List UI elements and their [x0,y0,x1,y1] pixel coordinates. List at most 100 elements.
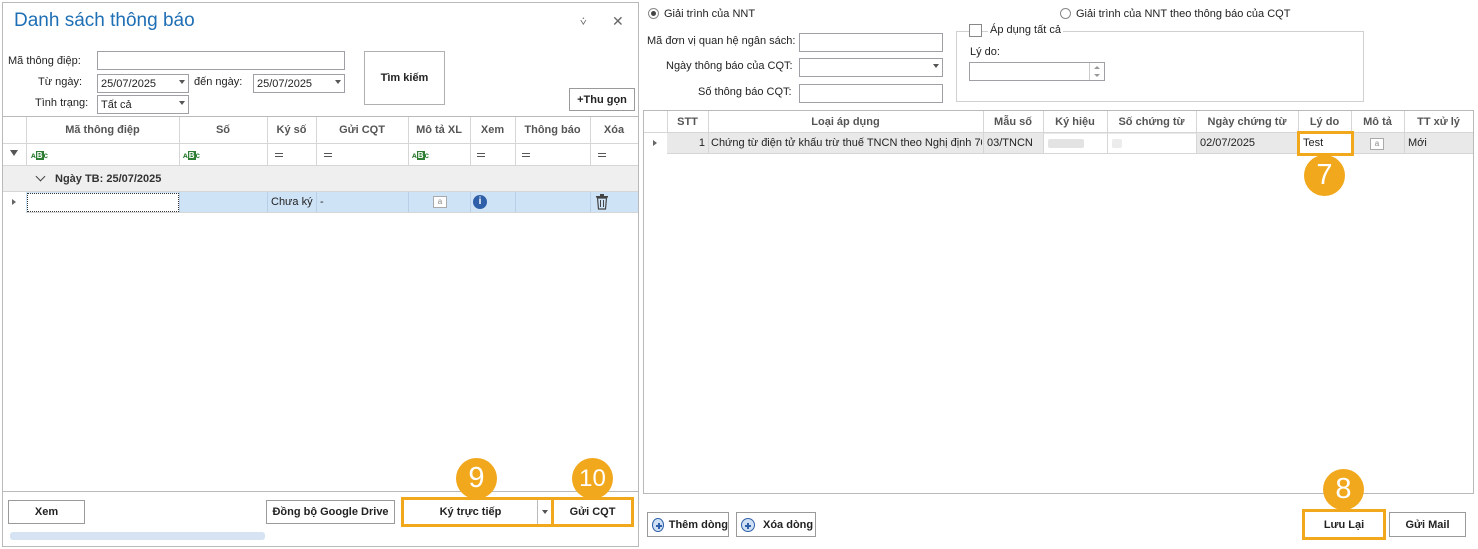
ly-do-cell[interactable]: Test [1297,131,1354,156]
ngay-chung-tu-cell: 02/07/2025 [1200,137,1256,149]
left-grid: Mã thông điệp Số Ký số Gửi CQT Mô tả XL … [3,116,638,492]
equals-filter-icon[interactable] [477,153,485,157]
xem-button[interactable]: Xem [8,500,85,524]
equals-filter-icon[interactable] [598,153,606,157]
send-mail-button[interactable]: Gửi Mail [1389,512,1466,537]
tinh-trang-select[interactable]: Tất cả [97,95,189,114]
chevron-down-icon [933,64,939,68]
sync-google-drive-button[interactable]: Đồng bộ Google Drive [266,500,395,524]
filter-funnel-icon[interactable] [10,150,18,156]
tu-ngay-picker[interactable]: 25/07/2025 [97,74,189,93]
apply-all-checkbox[interactable] [969,24,982,37]
den-ngay-value: 25/07/2025 [257,78,313,90]
col-so[interactable]: Số [179,124,267,136]
chevron-down-icon [179,80,185,84]
close-icon[interactable]: ✕ [612,13,624,30]
radio-giai-trinh-cqt[interactable] [1060,8,1071,19]
blurred-link [10,532,265,540]
tu-ngay-value: 25/07/2025 [101,78,157,90]
add-circle-icon [652,517,664,532]
step-badge-7: 7 [1304,155,1345,196]
text-filter-icon[interactable]: ᴀBc [412,151,429,160]
so-chung-tu-cell[interactable] [1108,134,1196,153]
ly-do-spinner[interactable] [1089,63,1104,80]
ma-don-vi-input[interactable] [799,33,943,52]
equals-filter-icon[interactable] [324,153,332,157]
col-tt-xu-ly[interactable]: TT xử lý [1404,116,1473,128]
chevron-down-icon[interactable] [35,171,46,182]
ly-do-input[interactable] [969,62,1105,81]
gui-cqt-cell: - [320,196,324,208]
col-thong-bao[interactable]: Thông báo [515,124,590,136]
col-ky-hieu[interactable]: Ký hiệu [1043,116,1107,128]
col-mo-ta[interactable]: Mô tả [1351,116,1404,128]
tt-xu-ly-cell: Mới [1408,137,1427,149]
step-badge-10: 10 [572,458,613,499]
so-thong-bao-input[interactable] [799,84,943,103]
delete-row-button[interactable]: Xóa dòng [736,512,816,537]
col-so-chung-tu[interactable]: Số chứng từ [1107,116,1196,128]
spin-down-icon[interactable] [1094,74,1100,77]
ly-do-value: Test [1303,137,1324,149]
send-cqt-button[interactable]: Gửi CQT [551,497,634,527]
table-row[interactable]: 1 Chứng từ điện tử khấu trừ thuế TNCN th… [644,131,1473,156]
col-ngay-chung-tu[interactable]: Ngày chứng từ [1196,116,1298,128]
ma-thong-diep-cell[interactable] [27,193,179,212]
blurred-value [1048,139,1084,148]
table-row[interactable]: Chưa ký - a i [3,192,638,213]
ngay-thong-bao-picker[interactable] [799,58,943,77]
add-row-label: Thêm dòng [668,518,728,531]
radio-giai-trinh-nnt[interactable] [648,8,659,19]
ma-don-vi-label: Mã đơn vị quan hệ ngân sách: [647,35,796,47]
col-xem[interactable]: Xem [470,124,515,136]
delete-row-label: Xóa dòng [763,518,814,531]
left-grid-header: Mã thông điệp Số Ký số Gửi CQT Mô tả XL … [3,117,638,144]
add-row-button[interactable]: Thêm dòng [647,512,729,537]
ly-do-label: Lý do: [970,46,1000,58]
blurred-value [1112,139,1122,148]
col-ly-do[interactable]: Lý do [1298,116,1351,128]
text-filter-icon[interactable]: ᴀBc [31,151,48,160]
tu-ngay-label: Từ ngày: [38,76,83,88]
spin-up-icon[interactable] [1094,66,1100,69]
step-badge-8: 8 [1323,469,1364,510]
tinh-trang-value: Tất cả [101,99,132,111]
pin-icon[interactable]: ⩒ [580,16,587,29]
col-mo-ta-xl[interactable]: Mô tả XL [408,124,470,136]
memo-icon[interactable]: a [1370,138,1384,150]
collapse-button[interactable]: +Thu gọn [569,88,635,111]
sign-dropdown[interactable] [537,500,551,524]
left-filter-row: ᴀBc ᴀBc ᴀBc [3,144,638,166]
apply-all-label: Áp dụng tất cả [988,24,1063,36]
memo-icon[interactable]: a [433,196,447,208]
info-icon[interactable]: i [473,195,487,209]
col-loai-ap-dung[interactable]: Loại áp dụng [708,116,983,128]
den-ngay-picker[interactable]: 25/07/2025 [253,74,345,93]
group-row[interactable]: Ngày TB: 25/07/2025 [3,166,638,192]
save-button[interactable]: Lưu Lại [1302,509,1386,540]
right-grid-header: STT Loại áp dụng Mẫu số Ký hiệu Số chứng… [644,111,1473,133]
sign-direct-label: Ký trực tiếp [439,506,502,518]
col-ky-so[interactable]: Ký số [267,124,316,136]
ma-thong-diep-input[interactable] [97,51,345,70]
col-gui-cqt[interactable]: Gửi CQT [316,124,408,136]
radio-giai-trinh-cqt-label: Giải trình của NNT theo thông báo của CQ… [1076,8,1291,20]
ky-hieu-cell[interactable] [1044,134,1107,153]
equals-filter-icon[interactable] [275,153,283,157]
equals-filter-icon[interactable] [522,153,530,157]
loai-ap-dung-cell: Chứng từ điện tử khấu trừ thuế TNCN theo… [711,137,982,149]
text-filter-icon[interactable]: ᴀBc [183,151,200,160]
sign-direct-button[interactable]: Ký trực tiếp [401,497,554,527]
stt-cell: 1 [698,137,705,149]
col-mau-so[interactable]: Mẫu số [983,116,1043,128]
ngay-thong-bao-label: Ngày thông báo của CQT: [666,60,793,72]
col-xoa[interactable]: Xóa [590,124,638,136]
ky-so-cell: Chưa ký [271,196,313,208]
search-button[interactable]: Tìm kiếm [364,51,445,105]
trash-icon[interactable] [595,194,609,210]
row-indicator-icon [653,140,657,146]
col-stt[interactable]: STT [667,116,708,128]
left-title: Danh sách thông báo [14,10,195,31]
col-ma-thong-diep[interactable]: Mã thông điệp [26,124,179,136]
ma-thong-diep-label: Mã thông điệp: [8,55,81,67]
